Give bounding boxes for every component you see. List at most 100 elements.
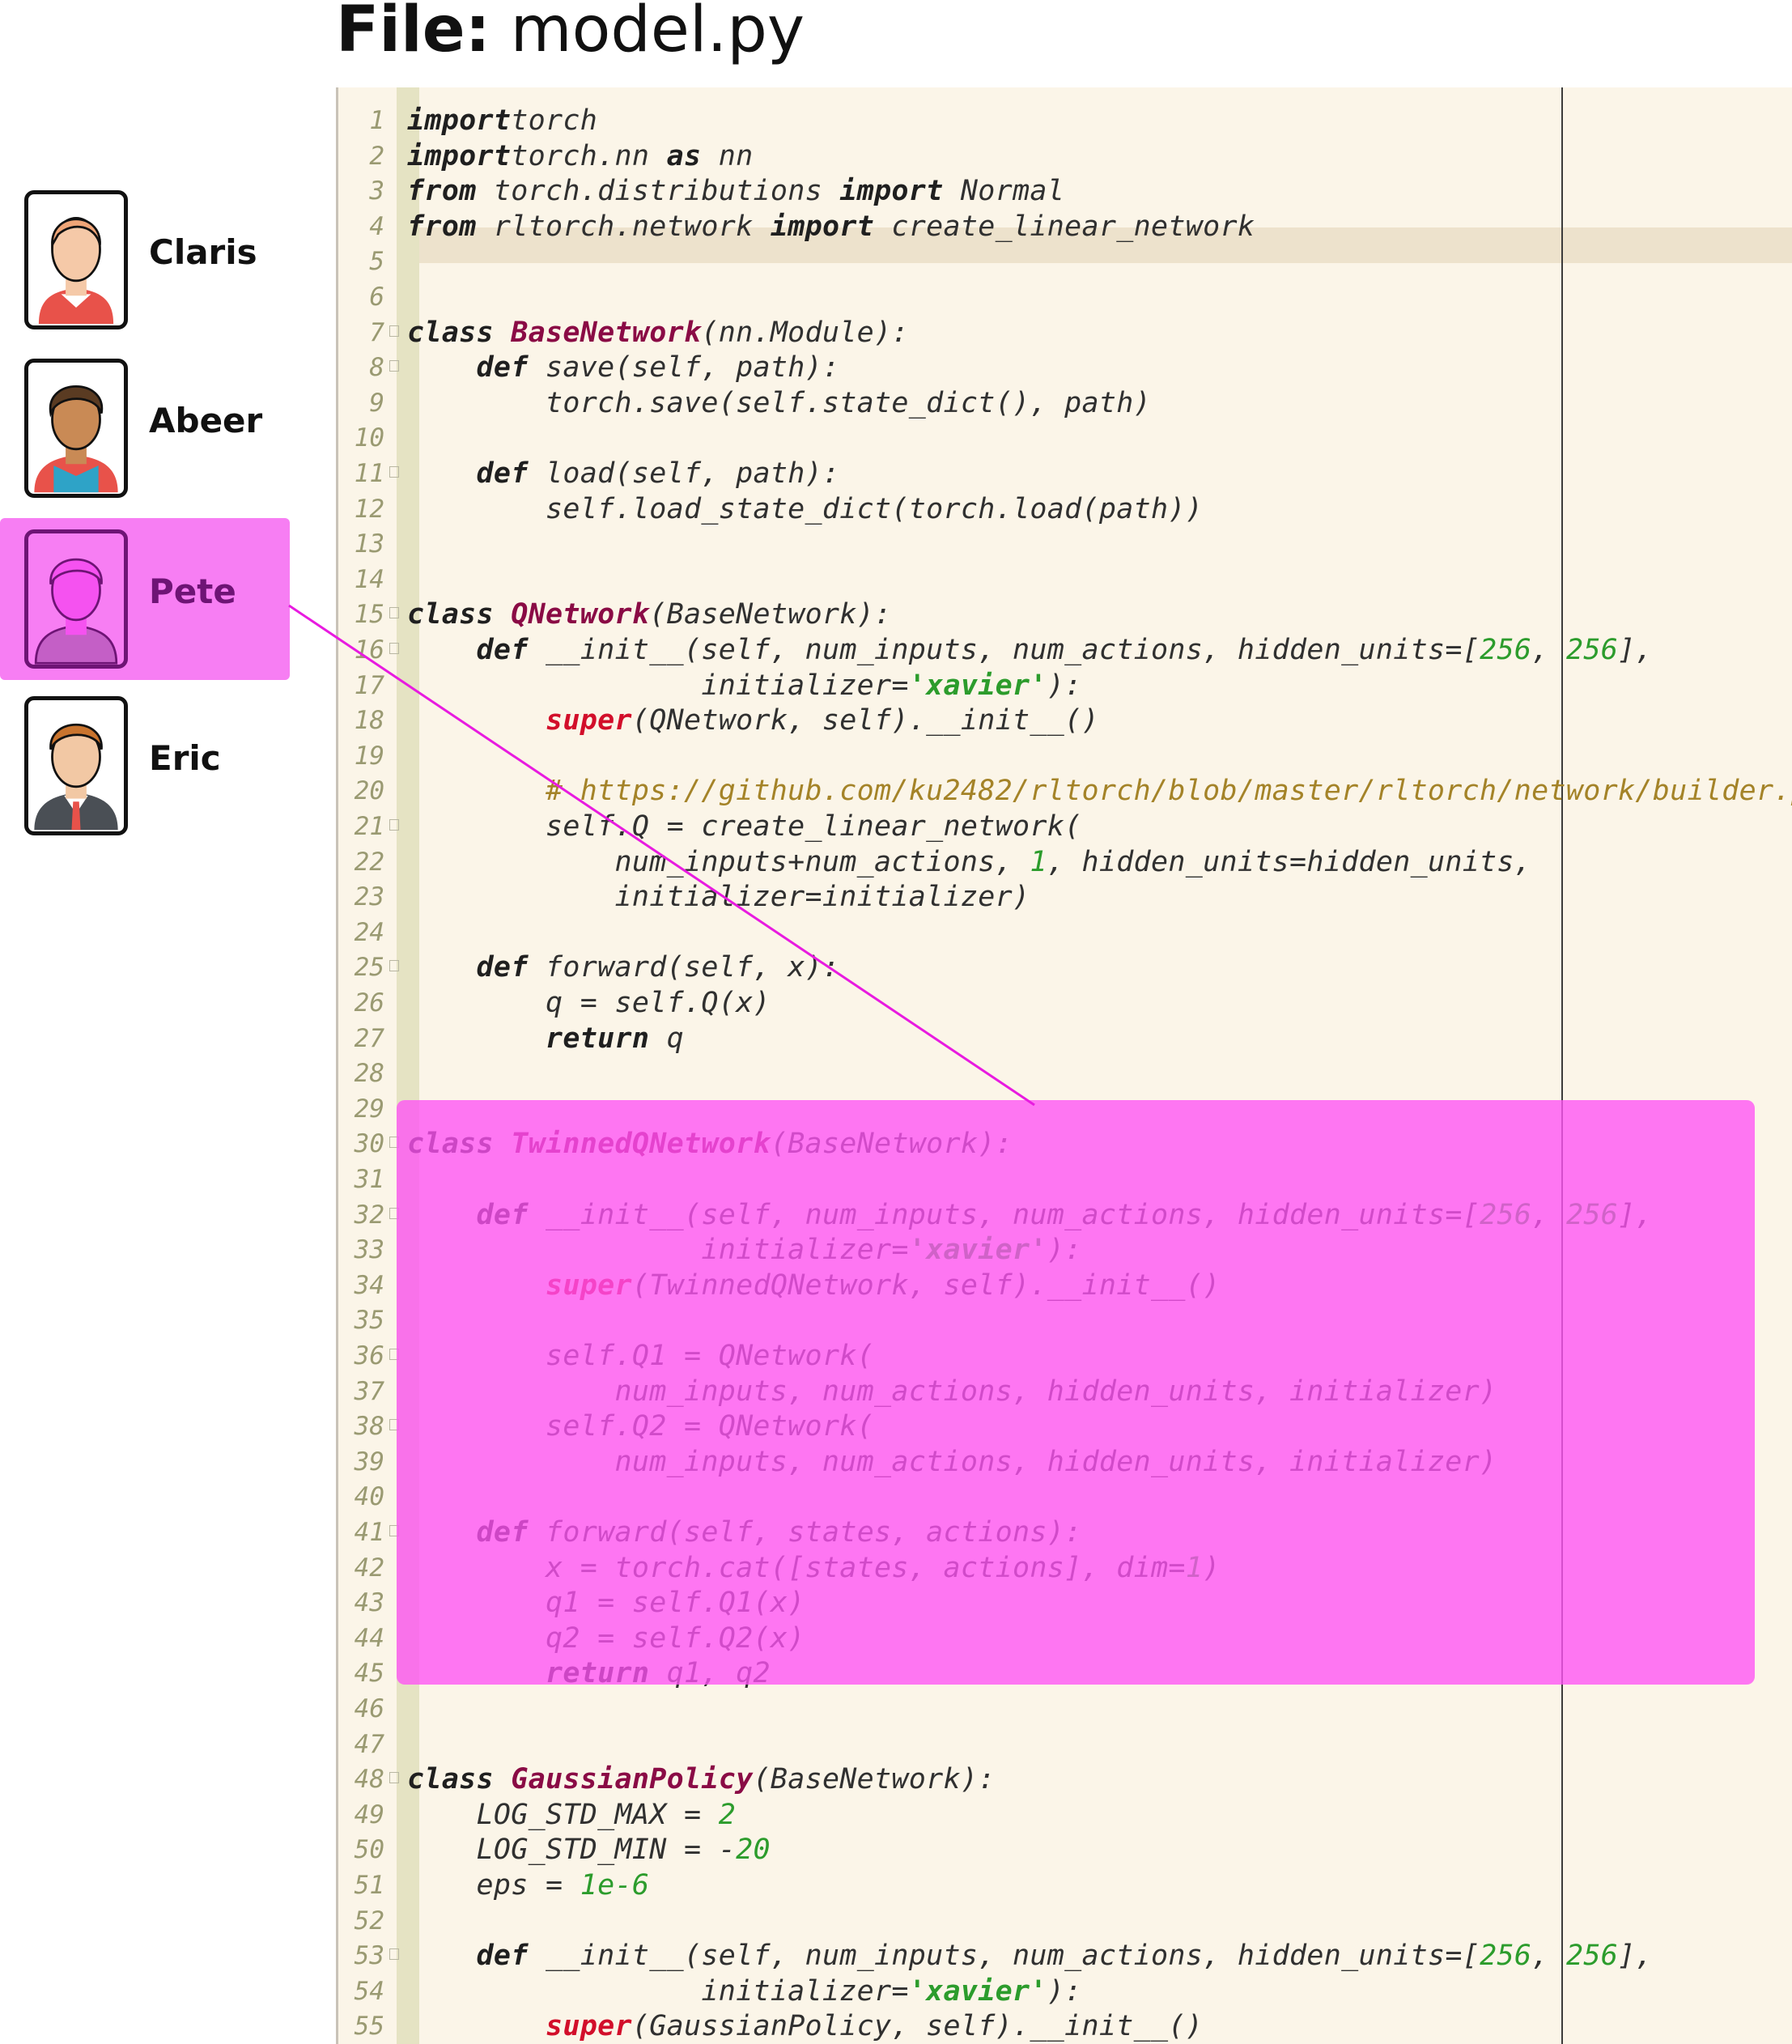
code-line[interactable]: 50 LOG_STD_MIN = -20 — [336, 1833, 1792, 1868]
code-token: 'xavier' — [908, 1974, 1047, 2008]
code-text: from rltorch.network import create_linea… — [407, 210, 1255, 245]
line-number: 9 — [369, 388, 384, 418]
fold-toggle-icon[interactable] — [389, 643, 399, 654]
code-token: ], — [1618, 634, 1653, 666]
code-line[interactable]: 1 importtorch — [336, 104, 1792, 139]
code-token: eps = — [407, 1869, 580, 1902]
participant-name: Pete — [149, 572, 236, 611]
code-line[interactable]: 17 initializer='xavier'): — [336, 669, 1792, 704]
fold-toggle-icon[interactable] — [389, 360, 399, 372]
fold-toggle-icon[interactable] — [389, 1772, 399, 1784]
code-text: # https://github.com/ku2482/rltorch/blob… — [407, 774, 1792, 810]
code-text: self.Q = create_linear_network( — [407, 810, 1082, 845]
code-line[interactable]: 52 — [336, 1904, 1792, 1940]
code-token: ): — [1047, 669, 1082, 702]
fold-toggle-icon[interactable] — [389, 325, 399, 337]
code-token: import — [407, 104, 512, 137]
code-text: importtorch.nn as nn — [407, 139, 753, 175]
code-text: importtorch — [407, 104, 597, 139]
participant-claris[interactable]: Claris — [0, 168, 290, 329]
participant-eric[interactable]: Eric — [0, 674, 290, 835]
line-number: 47 — [354, 1729, 384, 1759]
code-token: 256 — [1565, 634, 1619, 666]
code-token: self.Q = create_linear_network( — [407, 810, 1082, 843]
code-line[interactable]: 27 return q — [336, 1022, 1792, 1057]
line-number: 52 — [354, 1906, 384, 1936]
line-number: 26 — [354, 988, 384, 1018]
code-line[interactable]: 47 — [336, 1727, 1792, 1763]
fold-toggle-icon[interactable] — [389, 466, 399, 478]
code-text: LOG_STD_MAX = 2 — [407, 1798, 736, 1834]
code-line[interactable]: 20 # https://github.com/ku2482/rltorch/b… — [336, 774, 1792, 810]
code-line[interactable]: 49 LOG_STD_MAX = 2 — [336, 1798, 1792, 1834]
code-line[interactable]: 25 def forward(self, x): — [336, 950, 1792, 986]
line-number: 11 — [354, 459, 384, 488]
code-line[interactable]: 26 q = self.Q(x) — [336, 986, 1792, 1022]
code-line[interactable]: 12 self.load_state_dict(torch.load(path)… — [336, 492, 1792, 528]
code-line[interactable]: 10 — [336, 421, 1792, 457]
code-line[interactable]: 2 importtorch.nn as nn — [336, 139, 1792, 175]
code-text: torch.save(self.state_dict(), path) — [407, 386, 1151, 422]
line-number: 15 — [354, 600, 384, 630]
line-number: 51 — [354, 1871, 384, 1900]
line-number: 39 — [354, 1447, 384, 1477]
code-token: (GaussianPolicy, self).__init__() — [631, 2010, 1204, 2043]
code-token: def — [476, 634, 529, 666]
code-token: , — [1531, 1940, 1566, 1973]
fold-toggle-icon[interactable] — [389, 1948, 399, 1961]
code-line[interactable]: 54 initializer='xavier'): — [336, 1974, 1792, 2010]
avatar-eric — [24, 696, 128, 835]
code-line[interactable]: 55 super(GaussianPolicy, self).__init__(… — [336, 2009, 1792, 2044]
code-token: 'xavier' — [908, 669, 1047, 702]
code-line[interactable]: 28 — [336, 1056, 1792, 1092]
line-number: 44 — [354, 1623, 384, 1653]
code-text: def load(self, path): — [407, 457, 840, 492]
line-number: 5 — [369, 247, 384, 277]
code-token: Normal — [943, 175, 1065, 208]
code-line[interactable]: 9 torch.save(self.state_dict(), path) — [336, 386, 1792, 422]
code-token: torch.nn — [511, 139, 667, 172]
fold-toggle-icon[interactable] — [389, 819, 399, 831]
code-line[interactable]: 51 eps = 1e-6 — [336, 1868, 1792, 1904]
code-line[interactable]: 8 def save(self, path): — [336, 351, 1792, 386]
code-line[interactable]: 4 from rltorch.network import create_line… — [336, 210, 1792, 245]
code-line[interactable]: 23 initializer=initializer) — [336, 880, 1792, 916]
code-token: import — [407, 139, 512, 172]
code-line[interactable]: 16 def __init__(self, num_inputs, num_ac… — [336, 633, 1792, 669]
code-line[interactable]: 14 — [336, 563, 1792, 598]
code-line[interactable]: 5 — [336, 244, 1792, 280]
line-number: 1 — [369, 106, 384, 135]
code-line[interactable]: 19 — [336, 739, 1792, 775]
code-editor[interactable]: 1 importtorch 2 importtorch.nn as nn 3 from t… — [336, 87, 1792, 2044]
line-number: 25 — [354, 953, 384, 983]
code-line[interactable]: 18 super(QNetwork, self).__init__() — [336, 703, 1792, 739]
line-number: 49 — [354, 1800, 384, 1829]
fold-toggle-icon[interactable] — [389, 607, 399, 619]
code-line[interactable]: 7 class BaseNetwork(nn.Module): — [336, 316, 1792, 351]
code-token: ], — [1618, 1940, 1653, 1973]
code-line[interactable]: 46 — [336, 1692, 1792, 1727]
code-line[interactable]: 11 def load(self, path): — [336, 457, 1792, 492]
line-number: 33 — [354, 1235, 384, 1265]
code-token: __init__(self, num_inputs, num_actions, … — [528, 1940, 1480, 1973]
code-token: super — [545, 704, 632, 737]
code-line[interactable]: 6 — [336, 280, 1792, 316]
code-text: super(QNetwork, self).__init__() — [407, 703, 1099, 739]
code-line[interactable]: 21 self.Q = create_linear_network( — [336, 810, 1792, 845]
code-text: class GaussianPolicy(BaseNetwork): — [407, 1762, 996, 1798]
code-line[interactable]: 22 num_inputs+num_actions, 1, hidden_uni… — [336, 845, 1792, 881]
code-line[interactable]: 48 class GaussianPolicy(BaseNetwork): — [336, 1762, 1792, 1798]
code-token: torch.save(self.state_dict(), path) — [407, 386, 1151, 419]
code-line[interactable]: 3 from torch.distributions import Normal — [336, 174, 1792, 210]
code-line[interactable]: 13 — [336, 527, 1792, 563]
participant-abeer[interactable]: Abeer — [0, 336, 290, 498]
code-line[interactable]: 15 class QNetwork(BaseNetwork): — [336, 597, 1792, 633]
code-line[interactable]: 24 — [336, 916, 1792, 951]
line-number: 24 — [354, 917, 384, 947]
code-line[interactable]: 53 def __init__(self, num_inputs, num_ac… — [336, 1939, 1792, 1974]
line-number: 31 — [354, 1165, 384, 1194]
fold-toggle-icon[interactable] — [389, 960, 399, 972]
participant-pete[interactable]: Pete — [0, 518, 290, 680]
